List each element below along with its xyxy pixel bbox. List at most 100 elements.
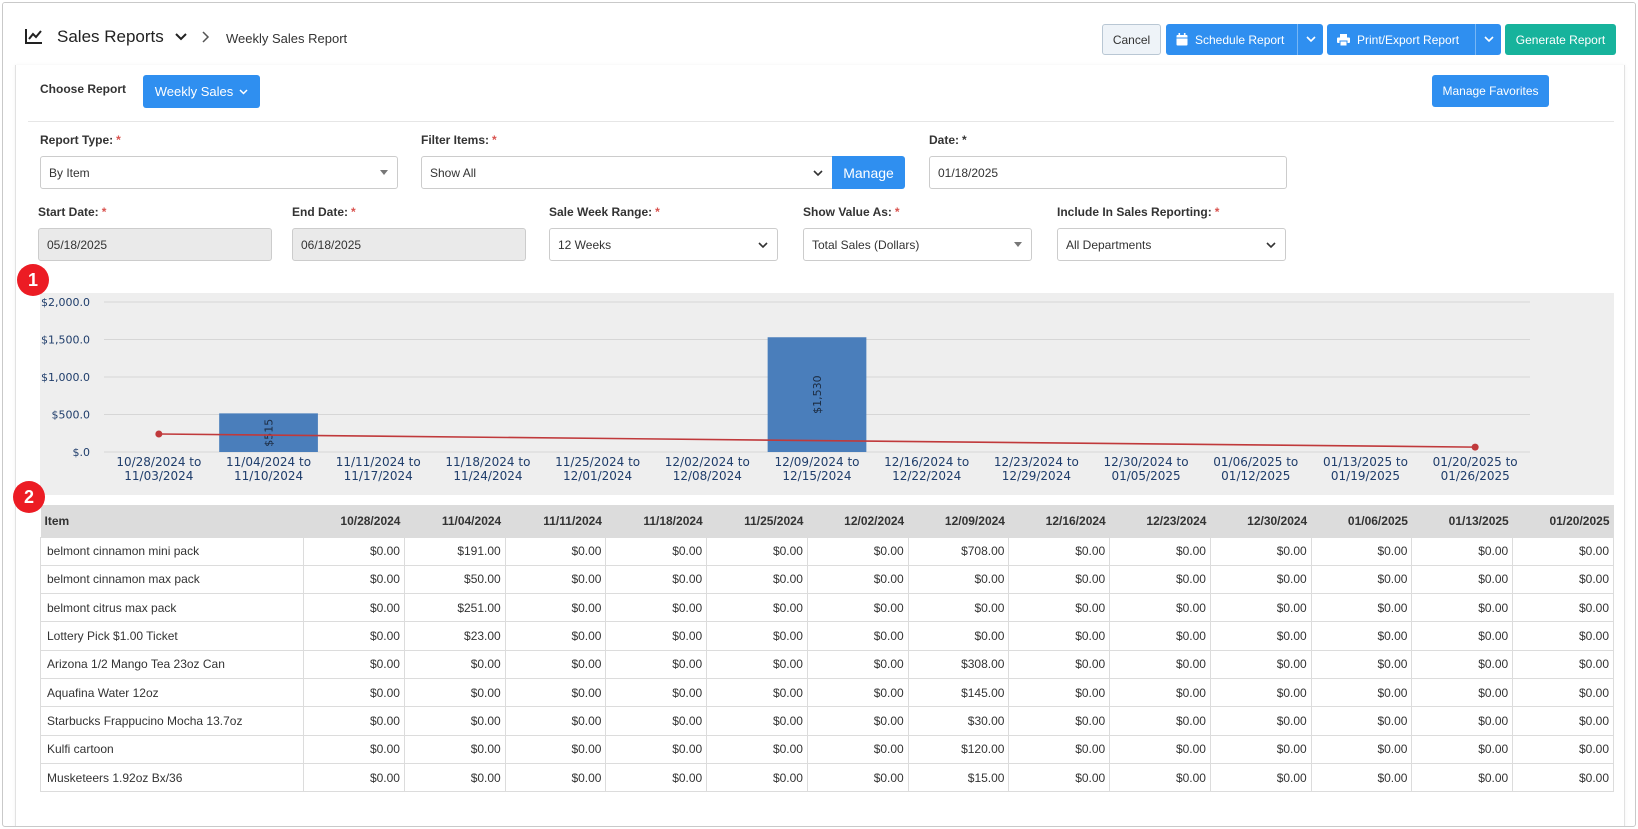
manage-favorites-button[interactable]: Manage Favorites bbox=[1432, 75, 1549, 107]
sales-value-cell: $0.00 bbox=[1109, 593, 1211, 623]
chevron-down-icon[interactable] bbox=[175, 32, 187, 42]
sales-value-cell: $0.00 bbox=[1411, 762, 1514, 793]
print-dropdown-toggle[interactable] bbox=[1475, 24, 1501, 55]
print-export-button[interactable]: Print/Export Report bbox=[1327, 24, 1501, 55]
end-date-value: 06/18/2025 bbox=[301, 237, 362, 252]
table-row: Arizona 1/2 Mango Tea 23oz Can $0.00 $0.00… bbox=[40, 649, 1614, 679]
sales-value-cell: $0.00 bbox=[1411, 706, 1514, 736]
column-header[interactable]: 12/23/2024 bbox=[1109, 505, 1211, 537]
sales-value-cell: $308.00 bbox=[907, 649, 1010, 679]
end-date-label: End Date: * bbox=[292, 205, 356, 219]
sales-value-cell: $0.00 bbox=[605, 621, 708, 651]
cancel-button[interactable]: Cancel bbox=[1102, 24, 1161, 55]
sales-value-cell: $0.00 bbox=[1310, 593, 1413, 623]
column-header[interactable]: 01/06/2025 bbox=[1311, 505, 1412, 537]
sales-value-cell: $0.00 bbox=[1008, 762, 1111, 793]
required-mark: * bbox=[1214, 205, 1220, 219]
column-header[interactable]: 12/30/2024 bbox=[1210, 505, 1312, 537]
sales-value-cell: $0.00 bbox=[706, 649, 808, 679]
column-header[interactable]: Item bbox=[40, 505, 304, 537]
week-range-select[interactable]: 12 Weeks bbox=[549, 228, 778, 261]
column-header[interactable]: 10/28/2024 bbox=[303, 505, 405, 537]
column-header[interactable]: 12/09/2024 bbox=[908, 505, 1009, 537]
choose-report-dropdown[interactable]: Weekly Sales bbox=[143, 75, 260, 108]
sales-value-cell: $0.00 bbox=[806, 593, 909, 623]
sales-value-cell: $0.00 bbox=[403, 649, 506, 679]
filter-items-select[interactable]: Show All bbox=[421, 156, 833, 189]
sales-value-cell: $708.00 bbox=[907, 536, 1010, 566]
column-header[interactable]: 01/13/2025 bbox=[1411, 505, 1513, 537]
sales-value-cell: $0.00 bbox=[1008, 536, 1111, 566]
sales-value-cell: $0.00 bbox=[1109, 734, 1211, 764]
sales-value-cell: $0.00 bbox=[1310, 706, 1413, 736]
sales-value-cell: $0.00 bbox=[1109, 649, 1211, 679]
sales-value-cell: $0.00 bbox=[1411, 677, 1514, 708]
print-export-main[interactable]: Print/Export Report bbox=[1327, 24, 1459, 55]
sales-value-cell: $15.00 bbox=[907, 762, 1010, 793]
show-value-select[interactable]: Total Sales (Dollars) bbox=[803, 228, 1032, 261]
week-range-value: 12 Weeks bbox=[558, 237, 612, 252]
chevron-down-icon bbox=[1483, 36, 1494, 43]
column-header[interactable]: 11/18/2024 bbox=[605, 505, 707, 537]
sales-value-cell: $0.00 bbox=[1310, 536, 1413, 566]
trend-point bbox=[1471, 443, 1479, 451]
app-frame: Sales Reports Weekly Sales Report Cancel… bbox=[2, 2, 1636, 827]
end-date-input[interactable]: 06/18/2025 bbox=[292, 228, 526, 261]
sales-value-cell: $0.00 bbox=[1008, 706, 1111, 736]
sales-value-cell: $0.00 bbox=[806, 677, 909, 708]
sales-value-cell: $0.00 bbox=[403, 706, 506, 736]
x-tick-label: 10/28/2024 to 11/03/2024 bbox=[116, 455, 201, 483]
y-tick-label: $.0 bbox=[73, 446, 91, 459]
sales-value-cell: $0.00 bbox=[1008, 677, 1111, 708]
schedule-report-button[interactable]: Schedule Report bbox=[1166, 24, 1323, 55]
annotation-badge-1: 1 bbox=[17, 264, 49, 296]
annotation-badge-2: 2 bbox=[13, 481, 45, 513]
include-reporting-value: All Departments bbox=[1066, 237, 1152, 252]
start-date-input[interactable]: 05/18/2025 bbox=[38, 228, 272, 261]
start-date-label-text: Start Date: bbox=[38, 205, 99, 219]
divider bbox=[28, 121, 1614, 122]
sales-value-cell: $0.00 bbox=[605, 536, 708, 566]
sales-value-cell: $0.00 bbox=[303, 734, 405, 764]
y-tick-label: $2,000.0 bbox=[41, 296, 90, 309]
sales-value-cell: $0.00 bbox=[1109, 536, 1211, 566]
column-header[interactable]: 11/11/2024 bbox=[505, 505, 606, 537]
column-header[interactable]: 12/02/2024 bbox=[807, 505, 909, 537]
manage-filter-button[interactable]: Manage bbox=[832, 156, 905, 189]
required-mark: * bbox=[101, 205, 107, 219]
sales-value-cell: $0.00 bbox=[1109, 677, 1211, 708]
column-header[interactable]: 01/20/2025 bbox=[1512, 505, 1614, 537]
schedule-dropdown-toggle[interactable] bbox=[1297, 24, 1323, 55]
schedule-report-main[interactable]: Schedule Report bbox=[1166, 24, 1284, 55]
sales-value-cell: $0.00 bbox=[1109, 762, 1211, 793]
chart-line-icon bbox=[25, 29, 42, 44]
sales-value-cell: $0.00 bbox=[1310, 649, 1413, 679]
column-header[interactable]: 12/16/2024 bbox=[1008, 505, 1110, 537]
table-row: Musketeers 1.92oz Bx/36 $0.00 $0.00 $0.00 $0… bbox=[40, 762, 1614, 793]
column-header[interactable]: 11/25/2024 bbox=[706, 505, 808, 537]
sales-value-cell: $0.00 bbox=[303, 677, 405, 708]
include-reporting-select[interactable]: All Departments bbox=[1057, 228, 1286, 261]
table-row: belmont cinnamon max pack $0.00 $50.00 $0.0… bbox=[40, 564, 1614, 595]
page-title: Sales Reports bbox=[57, 27, 164, 46]
column-header[interactable]: 11/04/2024 bbox=[404, 505, 506, 537]
sales-value-cell: $0.00 bbox=[504, 706, 607, 736]
generate-report-button[interactable]: Generate Report bbox=[1505, 24, 1616, 55]
sales-value-cell: $0.00 bbox=[403, 734, 506, 764]
start-date-label: Start Date: * bbox=[38, 205, 106, 219]
required-mark: * bbox=[116, 133, 121, 147]
report-type-select[interactable]: By Item bbox=[40, 156, 398, 189]
calendar-icon bbox=[1176, 33, 1188, 46]
sales-value-cell: $0.00 bbox=[303, 593, 405, 623]
choose-report-value: Weekly Sales bbox=[154, 84, 234, 99]
sales-value-cell: $0.00 bbox=[1008, 734, 1111, 764]
sales-value-cell: $0.00 bbox=[706, 564, 808, 595]
x-tick-label: 12/23/2024 to 12/29/2024 bbox=[994, 455, 1079, 483]
sales-value-cell: $0.00 bbox=[1008, 621, 1111, 651]
sales-value-cell: $0.00 bbox=[806, 734, 909, 764]
bar-data-label: $1,530 bbox=[811, 375, 824, 414]
date-input[interactable]: 01/18/2025 bbox=[929, 156, 1287, 189]
table-row: Aquafina Water 12oz $0.00 $0.00 $0.00 $0.00 $… bbox=[40, 677, 1614, 708]
item-name-cell: belmont cinnamon max pack bbox=[40, 564, 305, 595]
sales-value-cell: $0.00 bbox=[706, 593, 808, 623]
